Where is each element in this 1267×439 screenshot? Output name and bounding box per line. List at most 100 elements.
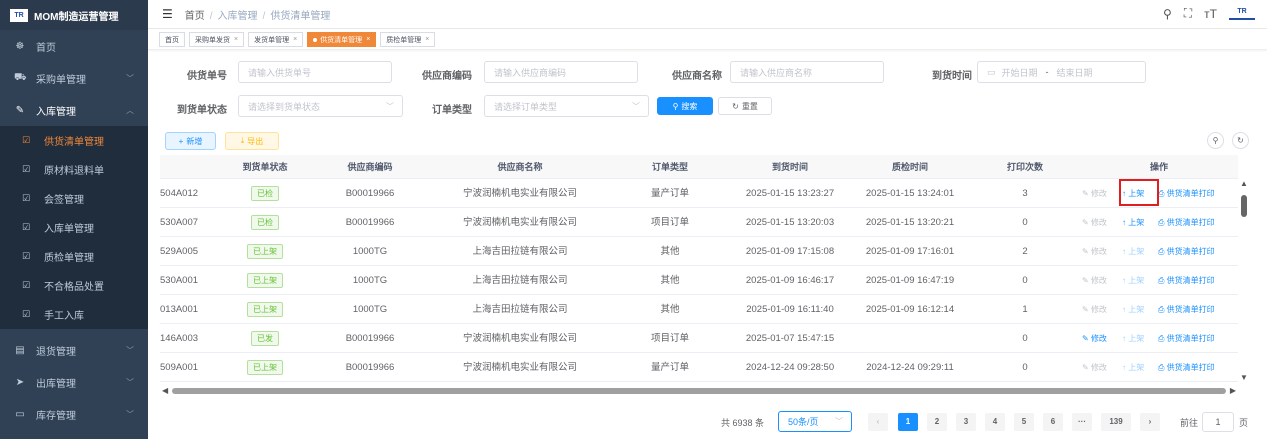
page-1[interactable]: 1 (898, 413, 918, 431)
page-6[interactable]: 6 (1043, 413, 1063, 431)
close-icon[interactable]: × (234, 36, 238, 43)
scroll-down-icon[interactable]: ▼ (1240, 373, 1248, 382)
font-size-icon[interactable]: ᴛT (1204, 7, 1217, 21)
page-size-select[interactable]: 50条/页 ﹀ (778, 411, 852, 432)
shelf-action[interactable]: ↑ 上架 (1122, 237, 1144, 266)
sidebar-sub-countersign[interactable]: ☑ 会签管理 (0, 184, 148, 213)
print-action[interactable]: ⎙ 供货清单打印 (1158, 353, 1215, 382)
sidebar-sub-qc-order[interactable]: ☑ 质检单管理 (0, 242, 148, 271)
table-row[interactable]: 013A001 已上架 1000TG 上海吉田拉链有限公司 其他 2025-01-09 1… (160, 295, 1238, 324)
next-page-button[interactable]: › (1140, 413, 1160, 431)
close-icon[interactable]: × (293, 36, 297, 43)
horizontal-scrollbar[interactable]: ◀ ▶ (160, 385, 1238, 397)
shelf-action[interactable]: ↑ 上架 (1122, 179, 1144, 208)
prev-page-button[interactable]: ‹ (868, 413, 888, 431)
table-row[interactable]: 529A005 已上架 1000TG 上海吉田拉链有限公司 其他 2025-01-09 1… (160, 237, 1238, 266)
sidebar-item-purchase[interactable]: ⛟ 采购单管理 ﹀ (0, 62, 148, 94)
cell-arrival: 2025-01-15 13:23:27 (745, 188, 835, 199)
print-action[interactable]: ⎙ 供货清单打印 (1158, 324, 1215, 353)
sidebar-sub-nonconforming[interactable]: ☑ 不合格品处置 (0, 271, 148, 300)
edit-action[interactable]: ✎ 修改 (1082, 295, 1107, 324)
sidebar-item-outbound[interactable]: ➤ 出库管理 ﹀ (0, 366, 148, 398)
table-row[interactable]: 530A007 已检 B00019966 宁波润楠机电实业有限公司 项目订单 2025-0… (160, 208, 1238, 237)
table-row[interactable]: 509A001 已上架 B00019966 宁波润楠机电实业有限公司 量产订单 2024-… (160, 353, 1238, 382)
cell-type: 其他 (660, 246, 680, 257)
edit-action[interactable]: ✎ 修改 (1082, 353, 1107, 382)
close-icon[interactable]: × (366, 36, 370, 43)
shelf-action[interactable]: ↑ 上架 (1122, 324, 1144, 353)
supplier-code-input[interactable]: 请输入供应商编码 (484, 61, 638, 83)
button-label: 重置 (741, 101, 758, 111)
tag-purchase-ship[interactable]: 采购单发货 × (189, 32, 245, 47)
page-2[interactable]: 2 (927, 413, 947, 431)
action-label: 修改 (1090, 305, 1107, 314)
tag-ship-order[interactable]: 发货单管理 × (248, 32, 304, 47)
print-action[interactable]: ⎙ 供货清单打印 (1158, 266, 1215, 295)
edit-action[interactable]: ✎ 修改 (1082, 237, 1107, 266)
page-4[interactable]: 4 (985, 413, 1005, 431)
breadcrumb-home[interactable]: 首页 (185, 11, 205, 22)
edit-action[interactable]: ✎ 修改 (1082, 179, 1107, 208)
arrival-date-range[interactable]: ▭ 开始日期 - 结束日期 (977, 61, 1146, 83)
vertical-scrollbar[interactable]: ▲ ▼ (1238, 179, 1250, 385)
sidebar-item-inbound[interactable]: ✎ 入库管理 ︿ (0, 94, 148, 126)
page-ellipsis[interactable]: ··· (1072, 413, 1092, 431)
sidebar-sub-label: 原材料退料单 (44, 166, 104, 177)
sidebar-sub-manual-inbound[interactable]: ☑ 手工入库 (0, 300, 148, 329)
total-count: 共 6938 条 (721, 418, 765, 428)
shelf-action[interactable]: ↑ 上架 (1122, 353, 1144, 382)
sidebar-sub-supply-list[interactable]: ☑ 供货清单管理 (0, 126, 148, 155)
user-avatar[interactable]: TR (1229, 8, 1255, 20)
print-action[interactable]: ⎙ 供货清单打印 (1158, 208, 1215, 237)
edit-action[interactable]: ✎ 修改 (1082, 266, 1107, 295)
search-button[interactable]: ⚲ 搜索 (657, 97, 713, 115)
shelf-action[interactable]: ↑ 上架 (1122, 266, 1144, 295)
export-button[interactable]: ⤓ 导出 (225, 132, 279, 150)
tag-label: 供货清单管理 (320, 36, 363, 44)
page-5[interactable]: 5 (1014, 413, 1034, 431)
reset-button[interactable]: ↻ 重置 (718, 97, 772, 115)
close-icon[interactable]: × (425, 36, 429, 43)
hamburger-icon[interactable]: ☰ (162, 7, 173, 21)
sidebar-sub-material-return[interactable]: ☑ 原材料退料单 (0, 155, 148, 184)
toggle-search-button[interactable]: ⚲ (1207, 132, 1224, 149)
scroll-left-icon[interactable]: ◀ (162, 386, 168, 395)
print-action[interactable]: ⎙ 供货清单打印 (1158, 295, 1215, 324)
sidebar-item-home[interactable]: ☸ 首页 (0, 30, 148, 62)
tag-home[interactable]: 首页 (159, 32, 185, 47)
start-date[interactable]: 开始日期 (1002, 66, 1038, 79)
scroll-thumb[interactable] (1241, 195, 1247, 217)
scroll-thumb[interactable] (172, 388, 1226, 394)
arrival-status-select[interactable]: 请选择到货单状态 ﹀ (238, 95, 403, 117)
tag-qc-order[interactable]: 质检单管理 × (380, 32, 436, 47)
table-row[interactable]: 504A012 已检 B00019966 宁波润楠机电实业有限公司 量产订单 2025-0… (160, 179, 1238, 208)
chevron-up-icon: ︿ (126, 105, 134, 115)
print-action[interactable]: ⎙ 供货清单打印 (1158, 179, 1215, 208)
edit-action[interactable]: ✎ 修改 (1082, 324, 1107, 353)
refresh-button[interactable]: ↻ (1232, 132, 1249, 149)
goto-page-input[interactable]: 1 (1202, 412, 1234, 432)
table-row[interactable]: 146A003 已发 B00019966 宁波润楠机电实业有限公司 项目订单 2025-0… (160, 324, 1238, 353)
scroll-right-icon[interactable]: ▶ (1230, 386, 1236, 395)
app-logo[interactable]: TR MOM制造运营管理 (0, 0, 148, 30)
scroll-up-icon[interactable]: ▲ (1240, 179, 1248, 188)
search-icon[interactable]: ⚲ (1163, 7, 1172, 21)
order-type-select[interactable]: 请选择订单类型 ﹀ (484, 95, 649, 117)
shelf-action[interactable]: ↑ 上架 (1122, 295, 1144, 324)
print-action[interactable]: ⎙ 供货清单打印 (1158, 237, 1215, 266)
shelf-action[interactable]: ↑ 上架 (1122, 208, 1144, 237)
add-button[interactable]: + 新增 (165, 132, 216, 150)
tag-supply-list[interactable]: 供货清单管理 × (307, 32, 377, 47)
sidebar-item-return[interactable]: ▤ 退货管理 ﹀ (0, 334, 148, 366)
cell-qc: 2025-01-15 13:24:01 (865, 188, 955, 199)
page-3[interactable]: 3 (956, 413, 976, 431)
supplier-name-input[interactable]: 请输入供应商名称 (730, 61, 884, 83)
edit-action[interactable]: ✎ 修改 (1082, 208, 1107, 237)
page-last[interactable]: 139 (1101, 413, 1131, 431)
supply-no-input[interactable]: 请输入供货单号 (238, 61, 392, 83)
sidebar-sub-inbound-order[interactable]: ☑ 入库单管理 (0, 213, 148, 242)
fullscreen-icon[interactable]: ⛶ (1184, 6, 1192, 21)
end-date[interactable]: 结束日期 (1057, 66, 1093, 79)
sidebar-sub-label: 质检单管理 (44, 253, 94, 264)
table-row[interactable]: 530A001 已上架 1000TG 上海吉田拉链有限公司 其他 2025-01-09 1… (160, 266, 1238, 295)
